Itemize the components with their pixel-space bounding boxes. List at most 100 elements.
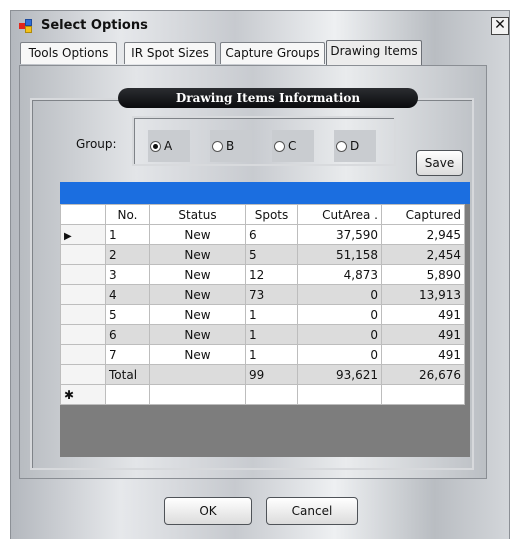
cell-spots[interactable]: 1 — [245, 324, 298, 345]
row-selector[interactable] — [60, 284, 106, 305]
close-icon: ✕ — [494, 17, 506, 33]
tab-drawing-items[interactable]: Drawing Items — [326, 40, 422, 66]
cell-spots[interactable]: 6 — [245, 224, 298, 245]
cell-no[interactable]: 3 — [105, 264, 150, 285]
group-radio-label: B — [226, 139, 235, 153]
group-radio-label: D — [350, 139, 360, 153]
cell-no[interactable]: 2 — [105, 244, 150, 265]
cell-captured[interactable]: 13,913 — [381, 284, 465, 305]
cell-cutarea[interactable]: 0 — [297, 284, 382, 305]
table-row[interactable]: 7 New 1 0 491 — [60, 344, 465, 365]
group-label: Group: — [76, 137, 117, 151]
corner-header — [60, 204, 106, 225]
title-bar[interactable]: Select Options ✕ — [11, 11, 509, 41]
cell-status[interactable]: New — [149, 264, 246, 285]
table-row[interactable]: 3 New 12 4,873 5,890 — [60, 264, 465, 285]
table-row[interactable]: 4 New 73 0 13,913 — [60, 284, 465, 305]
cell-cutarea[interactable]: 0 — [297, 304, 382, 325]
new-row[interactable]: ✱ — [60, 384, 465, 405]
cell-total-label[interactable]: Total — [105, 364, 150, 385]
radio-icon — [336, 141, 347, 152]
new-row-icon: ✱ — [64, 387, 75, 402]
cell-status[interactable]: New — [149, 244, 246, 265]
cell-captured[interactable]: 491 — [381, 324, 465, 345]
cell-status[interactable]: New — [149, 344, 246, 365]
current-row-icon: ▶ — [64, 230, 72, 242]
row-selector[interactable]: ▶ — [60, 224, 106, 245]
close-button[interactable]: ✕ — [491, 17, 509, 35]
row-selector[interactable] — [60, 344, 106, 365]
items-table: No. Status Spots CutArea . Captured ▶ 1 … — [60, 204, 465, 405]
table-row[interactable]: 5 New 1 0 491 — [60, 304, 465, 325]
group-radio-label: A — [164, 139, 173, 153]
col-header-captured[interactable]: Captured — [381, 204, 465, 225]
radio-icon — [274, 141, 285, 152]
cell-status[interactable]: New — [149, 284, 246, 305]
cell-captured[interactable]: 491 — [381, 344, 465, 365]
cell-captured[interactable]: 2,945 — [381, 224, 465, 245]
cell-spots[interactable]: 12 — [245, 264, 298, 285]
group-radio-a[interactable]: A — [150, 139, 172, 153]
cell-captured[interactable] — [381, 384, 465, 405]
cell-cutarea[interactable]: 0 — [297, 344, 382, 365]
row-selector[interactable] — [60, 364, 106, 385]
drawing-items-grid: No. Status Spots CutArea . Captured ▶ 1 … — [60, 182, 470, 457]
tab-ir-spot-sizes[interactable]: IR Spot Sizes — [124, 42, 216, 64]
cell-spots[interactable]: 1 — [245, 304, 298, 325]
total-row[interactable]: Total 99 93,621 26,676 — [60, 364, 465, 385]
group-radio-b[interactable]: B — [212, 139, 234, 153]
col-header-no[interactable]: No. — [105, 204, 150, 225]
col-header-spots[interactable]: Spots — [245, 204, 298, 225]
app-icon — [19, 19, 33, 33]
table-row[interactable]: 6 New 1 0 491 — [60, 324, 465, 345]
group-radio-d[interactable]: D — [336, 139, 359, 153]
cell-captured[interactable]: 5,890 — [381, 264, 465, 285]
cell-cutarea[interactable]: 4,873 — [297, 264, 382, 285]
radio-icon — [212, 141, 223, 152]
cell-cutarea[interactable]: 37,590 — [297, 224, 382, 245]
cell-no[interactable]: 4 — [105, 284, 150, 305]
tab-capture-groups[interactable]: Capture Groups — [220, 42, 325, 64]
row-selector[interactable]: ✱ — [60, 384, 106, 405]
cell-status[interactable]: New — [149, 304, 246, 325]
cell-status[interactable] — [149, 364, 246, 385]
row-selector[interactable] — [60, 264, 106, 285]
cell-no[interactable]: 6 — [105, 324, 150, 345]
cell-cutarea[interactable] — [297, 384, 382, 405]
window-title: Select Options — [41, 18, 148, 33]
cell-status[interactable]: New — [149, 224, 246, 245]
cell-spots[interactable]: 73 — [245, 284, 298, 305]
cell-captured[interactable]: 26,676 — [381, 364, 465, 385]
ok-button[interactable]: OK — [164, 497, 252, 525]
cell-status[interactable]: New — [149, 324, 246, 345]
group-radio-label: C — [288, 139, 297, 153]
cell-cutarea[interactable]: 93,621 — [297, 364, 382, 385]
col-header-cutarea[interactable]: CutArea . — [297, 204, 382, 225]
cell-spots[interactable] — [245, 384, 298, 405]
cell-cutarea[interactable]: 51,158 — [297, 244, 382, 265]
cell-no[interactable]: 5 — [105, 304, 150, 325]
row-selector[interactable] — [60, 244, 106, 265]
save-button[interactable]: Save — [416, 150, 463, 176]
cell-no[interactable] — [105, 384, 150, 405]
panel-header: Drawing Items Information — [118, 88, 418, 108]
row-selector[interactable] — [60, 324, 106, 345]
table-row[interactable]: 2 New 5 51,158 2,454 — [60, 244, 465, 265]
cell-status[interactable] — [149, 384, 246, 405]
cell-no[interactable]: 7 — [105, 344, 150, 365]
grid-caption-bar — [60, 182, 470, 204]
cell-cutarea[interactable]: 0 — [297, 324, 382, 345]
row-selector[interactable] — [60, 304, 106, 325]
tab-tools-options[interactable]: Tools Options — [20, 42, 117, 64]
table-row[interactable]: ▶ 1 New 6 37,590 2,945 — [60, 224, 465, 245]
cell-spots[interactable]: 1 — [245, 344, 298, 365]
radio-selected-icon — [150, 141, 161, 152]
cancel-button[interactable]: Cancel — [266, 497, 358, 525]
cell-captured[interactable]: 2,454 — [381, 244, 465, 265]
group-radio-c[interactable]: C — [274, 139, 296, 153]
cell-captured[interactable]: 491 — [381, 304, 465, 325]
cell-spots[interactable]: 99 — [245, 364, 298, 385]
cell-no[interactable]: 1 — [105, 224, 150, 245]
cell-spots[interactable]: 5 — [245, 244, 298, 265]
col-header-status[interactable]: Status — [149, 204, 246, 225]
